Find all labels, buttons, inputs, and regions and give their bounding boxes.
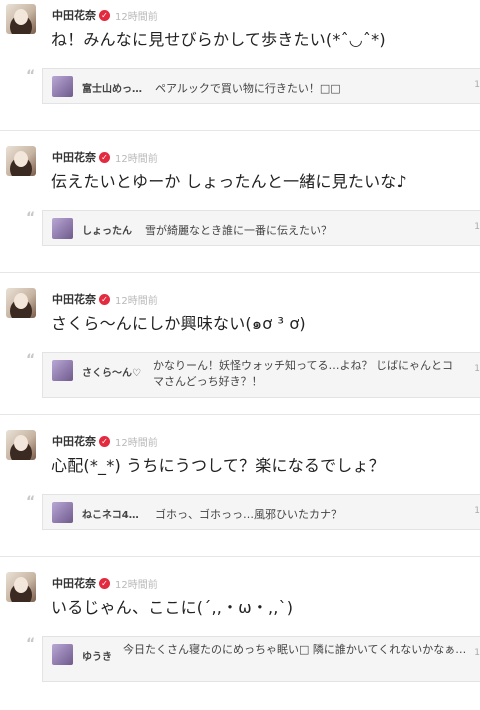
asker-avatar[interactable] bbox=[52, 360, 73, 381]
post-time: 12時間前 bbox=[115, 437, 158, 449]
asker-avatar[interactable] bbox=[52, 502, 73, 523]
answer-text: いるじゃん、ここに(´,,・ω・,,`) bbox=[51, 598, 294, 617]
asker-avatar[interactable] bbox=[52, 644, 73, 665]
question-text: ペアルックで買い物に行きたい！□□ bbox=[155, 82, 341, 95]
question-count: 1 bbox=[474, 222, 480, 232]
post-header: 中田花奈 ✓ 12時間前 bbox=[52, 432, 158, 450]
question-count: 1 bbox=[474, 648, 480, 658]
question-count: 1 bbox=[474, 364, 480, 374]
answer-text: 心配(*_*) うちにうつして？楽になるでしょ？ bbox=[51, 456, 385, 475]
author-name[interactable]: 中田花奈 bbox=[52, 291, 96, 307]
post-time: 12時間前 bbox=[115, 11, 158, 23]
post-header: 中田花奈 ✓ 12時間前 bbox=[52, 574, 158, 592]
author-name[interactable]: 中田花奈 bbox=[52, 149, 96, 165]
post-time: 12時間前 bbox=[115, 579, 158, 591]
post-header: 中田花奈 ✓ 12時間前 bbox=[52, 6, 158, 24]
verified-check-icon: ✓ bbox=[99, 293, 110, 305]
author-name[interactable]: 中田花奈 bbox=[52, 433, 96, 449]
asker-name[interactable]: ねこネコ4… bbox=[82, 506, 139, 521]
asker-name[interactable]: しょったん bbox=[82, 222, 132, 237]
post-header: 中田花奈 ✓ 12時間前 bbox=[52, 290, 158, 308]
verified-check-icon: ✓ bbox=[99, 151, 110, 163]
question-quote[interactable]: しょったん 雪が綺麗なとき誰に一番に伝えたい？ 1 bbox=[42, 210, 480, 246]
question-text: ゴホっ、ゴホっっ…風邪ひいたカナ？ bbox=[155, 508, 342, 521]
quote-icon: “ bbox=[26, 636, 36, 652]
author-avatar[interactable] bbox=[6, 4, 36, 34]
quote-icon: “ bbox=[26, 68, 36, 84]
author-avatar[interactable] bbox=[6, 572, 36, 602]
post-5: 中田花奈 ✓ 12時間前 いるじゃん、ここに(´,,・ω・,,`) “ ゆうき … bbox=[0, 556, 480, 710]
verified-check-icon: ✓ bbox=[99, 435, 110, 447]
answer-text: ね！みんなに見せびらかして歩きたい(*ˆ◡ˆ*) bbox=[51, 30, 386, 49]
question-text: 今日たくさん寝たのにめっちゃ眠い□ 隣に誰かいてくれないかなぁ… bbox=[123, 643, 467, 656]
post-1: 中田花奈 ✓ 12時間前 ね！みんなに見せびらかして歩きたい(*ˆ◡ˆ*) “ … bbox=[0, 0, 480, 142]
post-2: 中田花奈 ✓ 12時間前 伝えたいとゆーか しょったんと一緒に見たいな♪ “ し… bbox=[0, 130, 480, 284]
author-avatar[interactable] bbox=[6, 288, 36, 318]
asker-name[interactable]: さくら〜ん♡ bbox=[82, 364, 141, 379]
quote-icon: “ bbox=[26, 352, 36, 368]
asker-name[interactable]: ゆうき bbox=[82, 648, 112, 663]
author-name[interactable]: 中田花奈 bbox=[52, 7, 96, 23]
question-count: 1 bbox=[474, 80, 480, 90]
asker-avatar[interactable] bbox=[52, 76, 73, 97]
question-quote[interactable]: さくら〜ん♡ かなりーん！妖怪ウォッチ知ってる…よね？ じばにゃんとコマさんどっ… bbox=[42, 352, 480, 398]
author-avatar[interactable] bbox=[6, 146, 36, 176]
question-text: 雪が綺麗なとき誰に一番に伝えたい？ bbox=[145, 224, 332, 237]
asker-avatar[interactable] bbox=[52, 218, 73, 239]
question-count: 1 bbox=[474, 506, 480, 516]
question-quote[interactable]: 富士山めっ… ペアルックで買い物に行きたい！□□ 1 bbox=[42, 68, 480, 104]
post-header: 中田花奈 ✓ 12時間前 bbox=[52, 148, 158, 166]
quote-icon: “ bbox=[26, 210, 36, 226]
answer-feed: 中田花奈 ✓ 12時間前 ね！みんなに見せびらかして歩きたい(*ˆ◡ˆ*) “ … bbox=[0, 0, 480, 708]
verified-check-icon: ✓ bbox=[99, 577, 110, 589]
author-avatar[interactable] bbox=[6, 430, 36, 460]
post-3: 中田花奈 ✓ 12時間前 さくら〜んにしか興味ない(๑ơ ³ ơ) “ さくら〜… bbox=[0, 272, 480, 426]
post-time: 12時間前 bbox=[115, 295, 158, 307]
author-name[interactable]: 中田花奈 bbox=[52, 575, 96, 591]
answer-text: さくら〜んにしか興味ない(๑ơ ³ ơ) bbox=[51, 314, 306, 333]
post-4: 中田花奈 ✓ 12時間前 心配(*_*) うちにうつして？楽になるでしょ？ “ … bbox=[0, 414, 480, 568]
question-quote[interactable]: ゆうき 今日たくさん寝たのにめっちゃ眠い□ 隣に誰かいてくれないかなぁ… 1 bbox=[42, 636, 480, 682]
question-text: かなりーん！妖怪ウォッチ知ってる…よね？ じばにゃんとコマさんどっち好き？！ bbox=[153, 359, 453, 388]
verified-check-icon: ✓ bbox=[99, 9, 110, 21]
asker-name[interactable]: 富士山めっ… bbox=[82, 80, 142, 95]
quote-icon: “ bbox=[26, 494, 36, 510]
question-quote[interactable]: ねこネコ4… ゴホっ、ゴホっっ…風邪ひいたカナ？ 1 bbox=[42, 494, 480, 530]
post-time: 12時間前 bbox=[115, 153, 158, 165]
answer-text: 伝えたいとゆーか しょったんと一緒に見たいな♪ bbox=[51, 172, 407, 191]
